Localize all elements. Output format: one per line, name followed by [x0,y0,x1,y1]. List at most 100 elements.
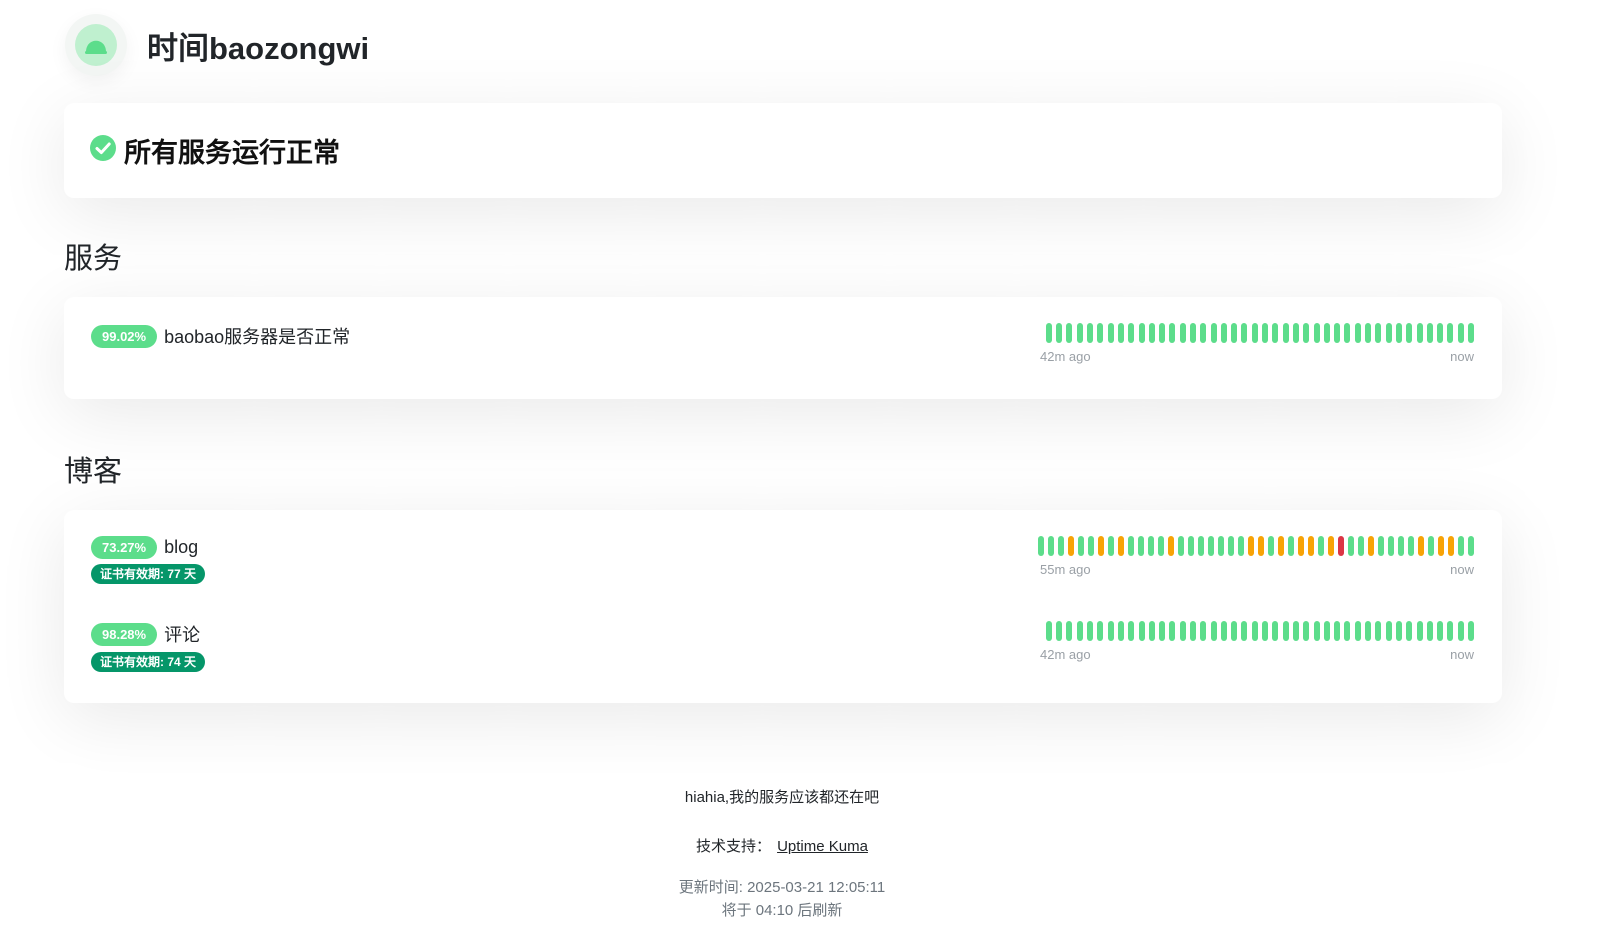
heartbeat-beat[interactable] [1148,536,1154,556]
heartbeat-beat[interactable] [1231,323,1238,343]
heartbeat-beat[interactable] [1292,323,1299,343]
heartbeat-beat[interactable] [1248,536,1254,556]
heartbeat-beat[interactable] [1138,536,1144,556]
heartbeat-beat[interactable] [1468,323,1474,343]
heartbeat-beat[interactable] [1416,621,1423,641]
heartbeat-beat[interactable] [1159,621,1166,641]
heartbeat-beat[interactable] [1159,323,1166,343]
heartbeat-beat[interactable] [1241,621,1248,641]
heartbeat-beat[interactable] [1218,536,1224,556]
heartbeat-beat[interactable] [1087,323,1094,343]
heartbeat-beat[interactable] [1375,323,1382,343]
heartbeat-beat[interactable] [1282,323,1289,343]
heartbeat-beat[interactable] [1298,536,1304,556]
heartbeat-beat[interactable] [1262,323,1269,343]
heartbeat-beat[interactable] [1200,621,1207,641]
heartbeat-beat[interactable] [1058,536,1064,556]
heartbeat-beat[interactable] [1148,621,1155,641]
heartbeat-beat[interactable] [1447,323,1454,343]
heartbeat-beat[interactable] [1288,536,1294,556]
heartbeat-beat[interactable] [1087,621,1094,641]
heartbeat-beat[interactable] [1128,621,1135,641]
heartbeat-beat[interactable] [1068,536,1074,556]
heartbeat-beat[interactable] [1458,536,1464,556]
uptime-kuma-link[interactable]: Uptime Kuma [777,838,868,855]
heartbeat-beat[interactable] [1378,536,1384,556]
heartbeat-beat[interactable] [1368,536,1374,556]
heartbeat-beat[interactable] [1048,536,1054,556]
heartbeat-beat[interactable] [1365,621,1372,641]
heartbeat-beat[interactable] [1328,536,1334,556]
heartbeat-beat[interactable] [1457,621,1464,641]
monitor-name[interactable]: baobao服务器是否正常 [164,323,350,349]
heartbeat-beat[interactable] [1189,621,1196,641]
heartbeat-beat[interactable] [1241,323,1248,343]
monitor-name[interactable]: blog [164,537,198,558]
heartbeat-beat[interactable] [1448,536,1454,556]
heartbeat-beat[interactable] [1334,621,1341,641]
heartbeat-beat[interactable] [1303,323,1310,343]
heartbeat-beat[interactable] [1268,536,1274,556]
heartbeat-beat[interactable] [1358,536,1364,556]
heartbeat-beat[interactable] [1179,621,1186,641]
heartbeat-beat[interactable] [1457,323,1464,343]
heartbeat-beat[interactable] [1158,536,1164,556]
heartbeat-beat[interactable] [1365,323,1372,343]
heartbeat-beat[interactable] [1210,621,1217,641]
heartbeat-beat[interactable] [1117,323,1124,343]
heartbeat-beat[interactable] [1348,536,1354,556]
monitor-item[interactable]: 99.02% baobao服务器是否正常 42m ago now [91,323,1474,383]
heartbeat-beat[interactable] [1428,536,1434,556]
heartbeat-beat[interactable] [1292,621,1299,641]
heartbeat-beat[interactable] [1258,536,1264,556]
heartbeat-beat[interactable] [1188,536,1194,556]
heartbeat-beat[interactable] [1278,536,1284,556]
heartbeat-beat[interactable] [1179,323,1186,343]
heartbeat-beat[interactable] [1398,536,1404,556]
heartbeat-beat[interactable] [1098,536,1104,556]
heartbeat-beat[interactable] [1056,323,1063,343]
heartbeat-beat[interactable] [1308,536,1314,556]
heartbeat-beat[interactable] [1388,536,1394,556]
monitor-item[interactable]: 73.27% blog 证书有效期: 77 天 55m ago now [91,536,1474,596]
heartbeat-beat[interactable] [1468,621,1474,641]
heartbeat-beat[interactable] [1169,621,1176,641]
heartbeat-beat[interactable] [1323,323,1330,343]
heartbeat-beat[interactable] [1468,536,1474,556]
heartbeat-beat[interactable] [1210,323,1217,343]
heartbeat-beat[interactable] [1395,621,1402,641]
heartbeat-beat[interactable] [1354,621,1361,641]
heartbeat-beat[interactable] [1334,323,1341,343]
heartbeat-beat[interactable] [1344,323,1351,343]
heartbeat-beat[interactable] [1076,621,1083,641]
heartbeat-beat[interactable] [1447,621,1454,641]
heartbeat-beat[interactable] [1148,323,1155,343]
heartbeat-beat[interactable] [1107,621,1114,641]
heartbeat-beat[interactable] [1220,323,1227,343]
heartbeat-beat[interactable] [1426,621,1433,641]
heartbeat-beat[interactable] [1045,621,1052,641]
heartbeat-beat[interactable] [1262,621,1269,641]
heartbeat-beat[interactable] [1313,621,1320,641]
heartbeat-beat[interactable] [1406,323,1413,343]
heartbeat-beat[interactable] [1097,323,1104,343]
heartbeat-beat[interactable] [1208,536,1214,556]
heartbeat-beat[interactable] [1395,323,1402,343]
heartbeat-beat[interactable] [1138,323,1145,343]
heartbeat-beat[interactable] [1066,621,1073,641]
heartbeat-beat[interactable] [1416,323,1423,343]
heartbeat-beat[interactable] [1354,323,1361,343]
heartbeat-beat[interactable] [1272,621,1279,641]
heartbeat-beat[interactable] [1076,323,1083,343]
heartbeat-beat[interactable] [1418,536,1424,556]
heartbeat-beat[interactable] [1169,323,1176,343]
heartbeat-beat[interactable] [1200,323,1207,343]
heartbeat-beat[interactable] [1038,536,1044,556]
heartbeat-beat[interactable] [1426,323,1433,343]
heartbeat-beat[interactable] [1313,323,1320,343]
heartbeat-beat[interactable] [1338,536,1344,556]
heartbeat-beat[interactable] [1056,621,1063,641]
heartbeat-beat[interactable] [1231,621,1238,641]
heartbeat-beat[interactable] [1198,536,1204,556]
heartbeat-beat[interactable] [1189,323,1196,343]
